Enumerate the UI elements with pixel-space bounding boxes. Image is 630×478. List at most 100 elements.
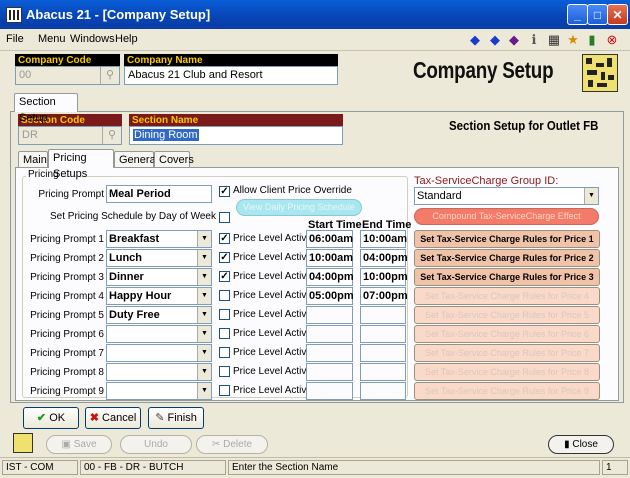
pricing-prompt-select[interactable]: ▼ [106,363,212,381]
tab-main[interactable]: Main [18,151,48,168]
chevron-down-icon[interactable]: ▼ [197,231,211,247]
tax-service-rules-button[interactable]: Set Tax-Service Charge Rules for Price 4 [414,287,600,305]
ok-button[interactable]: ✔ OK [23,407,79,429]
pricing-prompt-row-label: Pricing Prompt 6 [30,329,104,340]
schedule-checkbox[interactable] [219,212,230,223]
price-level-active-checkbox[interactable] [219,385,230,396]
chevron-down-icon[interactable]: ▼ [197,383,211,399]
price-level-active-checkbox[interactable]: ✓ [219,233,230,244]
start-time-field[interactable] [306,363,353,381]
start-time-field[interactable]: 05:00pm [306,287,354,305]
tax-service-rules-button[interactable]: Set Tax-Service Charge Rules for Price 8 [414,363,600,381]
calculator-icon[interactable]: ▦ [546,32,562,48]
chevron-down-icon[interactable]: ▼ [197,364,211,380]
info-icon[interactable]: ℹ [526,32,542,48]
tax-group-select[interactable]: Standard ▼ [414,187,599,205]
price-level-active-label: Price Level Active [233,328,312,339]
end-time-field[interactable]: 10:00am [360,230,407,248]
menu-menu[interactable]: Menu [38,33,66,45]
company-name-field[interactable]: Abacus 21 Club and Resort [124,66,338,85]
tab-general[interactable]: General [114,151,158,168]
price-level-active-checkbox[interactable]: ✓ [219,252,230,263]
menu-file[interactable]: File [6,33,24,45]
end-time-field[interactable]: 04:00pm [360,249,408,267]
end-time-field[interactable] [360,344,406,362]
magnifier-icon[interactable]: ⚲ [102,127,121,144]
tab-covers[interactable]: Covers [154,151,194,168]
book-icon[interactable]: ◆ [506,32,522,48]
price-level-active-checkbox[interactable] [219,347,230,358]
start-time-field[interactable]: 10:00am [306,249,353,267]
price-level-active-checkbox[interactable]: ✓ [219,271,230,282]
tax-service-rules-button[interactable]: Set Tax-Service Charge Rules for Price 6 [414,325,600,343]
end-time-field[interactable] [360,363,406,381]
pricing-prompt-select[interactable]: Duty Free ▼ [106,306,212,324]
price-level-active-checkbox[interactable] [219,366,230,377]
tax-service-rules-button[interactable]: Set Tax-Service Charge Rules for Price 1 [414,230,600,248]
chevron-down-icon[interactable]: ▼ [197,269,211,285]
pricing-prompt-select[interactable]: ▼ [106,382,212,400]
pricing-prompt-select[interactable]: Lunch ▼ [106,249,212,267]
start-time-field[interactable] [306,325,353,343]
start-time-field[interactable] [306,306,353,324]
save-button[interactable]: ▣ Save [46,435,112,454]
compound-effect-button[interactable]: Compound Tax-ServiceCharge Effect [414,208,599,225]
price-level-active-checkbox[interactable] [219,309,230,320]
tab-section-setup[interactable]: Section Setup [14,93,78,124]
allow-override-checkbox[interactable]: ✓ [219,186,230,197]
forward-arrow-icon[interactable]: ◆ [487,32,503,48]
start-time-field[interactable]: 04:00pm [306,268,354,286]
cancel-button[interactable]: ✖ Cancel [85,407,141,429]
end-time-field[interactable]: 07:00pm [360,287,408,305]
start-time-field[interactable] [306,344,353,362]
start-time-field[interactable]: 06:00am [306,230,353,248]
undo-button[interactable]: Undo [120,435,192,454]
pricing-prompt-select[interactable]: Dinner ▼ [106,268,212,286]
menu-windows[interactable]: Windows [70,33,115,45]
delete-button[interactable]: ✂ Delete [196,435,268,454]
stop-icon[interactable]: ⊗ [604,32,620,48]
company-code-field[interactable]: 00 ⚲ [15,66,120,85]
view-daily-schedule-button[interactable]: View Daily Pricing Schedule [236,199,362,216]
section-code-field[interactable]: DR ⚲ [18,126,122,145]
price-level-active-checkbox[interactable] [219,290,230,301]
chevron-down-icon[interactable]: ▼ [197,307,211,323]
pricing-prompt-label: Pricing Prompt [38,189,104,200]
pricing-prompt-select[interactable]: Breakfast ▼ [106,230,212,248]
pricing-prompt-select[interactable]: ▼ [106,325,212,343]
price-level-active-checkbox[interactable] [219,328,230,339]
running-man-icon[interactable]: ★ [565,32,581,48]
magnifier-icon[interactable]: ⚲ [100,67,119,84]
close-window-button[interactable]: ✕ [607,4,628,25]
chevron-down-icon[interactable]: ▼ [197,345,211,361]
minimize-button[interactable]: _ [567,4,588,25]
tax-service-rules-button[interactable]: Set Tax-Service Charge Rules for Price 7 [414,344,600,362]
exit-door-icon[interactable]: ▮ [584,32,600,48]
tax-service-rules-button[interactable]: Set Tax-Service Charge Rules for Price 9 [414,382,600,400]
pricing-prompt-select[interactable]: Happy Hour ▼ [106,287,212,305]
pricing-prompt-select[interactable]: ▼ [106,344,212,362]
pricing-prompt-field[interactable]: Meal Period [106,185,212,203]
menu-help[interactable]: Help [115,33,138,45]
end-time-field[interactable]: 10:00pm [360,268,408,286]
start-time-field[interactable] [306,382,353,400]
chevron-down-icon[interactable]: ▼ [584,188,598,204]
chevron-down-icon[interactable]: ▼ [197,288,211,304]
maximize-button[interactable]: □ [587,4,608,25]
chevron-down-icon[interactable]: ▼ [197,326,211,342]
finish-button[interactable]: ✎ Finish [148,407,204,429]
tax-service-rules-button[interactable]: Set Tax-Service Charge Rules for Price 2 [414,249,600,267]
tax-service-rules-button[interactable]: Set Tax-Service Charge Rules for Price 3 [414,268,600,286]
section-name-field[interactable]: Dining Room [129,126,343,145]
tab-pricing-setups[interactable]: Pricing Setups [48,149,114,180]
back-arrow-icon[interactable]: ◆ [467,32,483,48]
end-time-field[interactable] [360,325,406,343]
chevron-down-icon[interactable]: ▼ [197,250,211,266]
tax-service-rules-button[interactable]: Set Tax-Service Charge Rules for Price 5 [414,306,600,324]
end-time-field[interactable] [360,306,406,324]
company-name-label: Company Name [124,54,338,66]
close-button[interactable]: ▮ Close [548,435,614,454]
delete-icon: ✂ [211,439,224,450]
price-level-active-label: Price Level Active [233,290,312,301]
end-time-field[interactable] [360,382,406,400]
